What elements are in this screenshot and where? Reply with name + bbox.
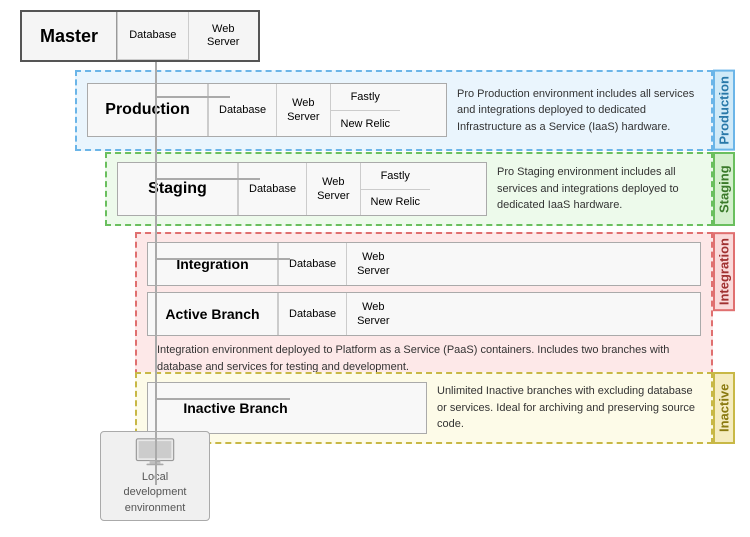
master-database: Database	[117, 12, 187, 60]
active-branch-webserver: Web Server	[346, 293, 399, 335]
inactive-vertical-label: Inactive	[713, 372, 735, 444]
active-branch-database: Database	[278, 293, 346, 335]
h-connector-inactive	[155, 398, 290, 400]
integration-section: Integration Database Web Server Active B…	[135, 232, 735, 385]
staging-env-label: Staging	[118, 163, 238, 215]
active-branch-box: Active Branch Database Web Server	[147, 292, 701, 336]
production-env-label: Production	[88, 84, 208, 136]
staging-database: Database	[238, 163, 306, 215]
integration-webserver: Web Server	[346, 243, 399, 285]
inactive-description: Unlimited Inactive branches with excludi…	[427, 383, 701, 433]
inactive-env-box: Inactive Branch	[147, 382, 427, 434]
h-connector-localdev	[155, 460, 160, 462]
staging-newrelic: New Relic	[361, 190, 431, 216]
staging-outer: Staging Database Web Server Fastly New R…	[105, 152, 713, 226]
staging-webserver: Web Server	[306, 163, 359, 215]
master-components: Database Web Server	[117, 12, 258, 60]
h-connector-production	[155, 96, 230, 98]
inactive-section: Inactive Branch Unlimited Inactive branc…	[135, 372, 735, 444]
active-branch-components: Database Web Server	[278, 293, 400, 335]
integration-boxes: Integration Database Web Server Active B…	[147, 242, 701, 336]
production-env-box: Production Database Web Server Fastly Ne…	[87, 83, 447, 137]
staging-fastly: Fastly	[361, 163, 431, 190]
production-outer: Production Database Web Server Fastly Ne…	[75, 70, 713, 151]
h-connector-staging	[155, 178, 260, 180]
inactive-outer: Inactive Branch Unlimited Inactive branc…	[135, 372, 713, 444]
staging-stack: Fastly New Relic	[360, 163, 431, 215]
integration-env-label: Integration	[148, 243, 278, 285]
production-webserver: Web Server	[276, 84, 329, 136]
production-database: Database	[208, 84, 276, 136]
master-label: Master	[22, 12, 117, 60]
h-connector-integration	[155, 258, 290, 260]
integration-outer: Integration Database Web Server Active B…	[135, 232, 713, 385]
production-stack: Fastly New Relic	[330, 84, 401, 136]
integration-description: Integration environment deployed to Plat…	[147, 342, 701, 375]
production-newrelic: New Relic	[331, 111, 401, 137]
integration-env-box: Integration Database Web Server	[147, 242, 701, 286]
inactive-branch-label: Inactive Branch	[148, 383, 323, 433]
production-description: Pro Production environment includes all …	[447, 86, 701, 136]
vertical-connector-line	[155, 55, 157, 485]
integration-database: Database	[278, 243, 346, 285]
staging-vertical-label: Staging	[713, 152, 735, 226]
integration-env-components: Database Web Server	[278, 243, 400, 285]
staging-env-box: Staging Database Web Server Fastly New R…	[117, 162, 487, 216]
production-section: Production Database Web Server Fastly Ne…	[75, 70, 735, 151]
production-env-components: Database Web Server Fastly New Relic	[208, 84, 400, 136]
diagram-container: Master Database Web Server Production Da…	[0, 0, 750, 537]
production-fastly: Fastly	[331, 84, 401, 111]
staging-description: Pro Staging environment includes all ser…	[487, 164, 701, 214]
master-comp-row: Database Web Server	[117, 12, 258, 60]
integration-vertical-label: Integration	[713, 232, 735, 311]
master-box: Master Database Web Server	[20, 10, 260, 62]
production-vertical-label: Production	[713, 70, 735, 151]
master-webserver: Web Server	[188, 12, 258, 60]
staging-section: Staging Database Web Server Fastly New R…	[105, 152, 735, 226]
staging-env-components: Database Web Server Fastly New Relic	[238, 163, 430, 215]
active-branch-label: Active Branch	[148, 293, 278, 335]
